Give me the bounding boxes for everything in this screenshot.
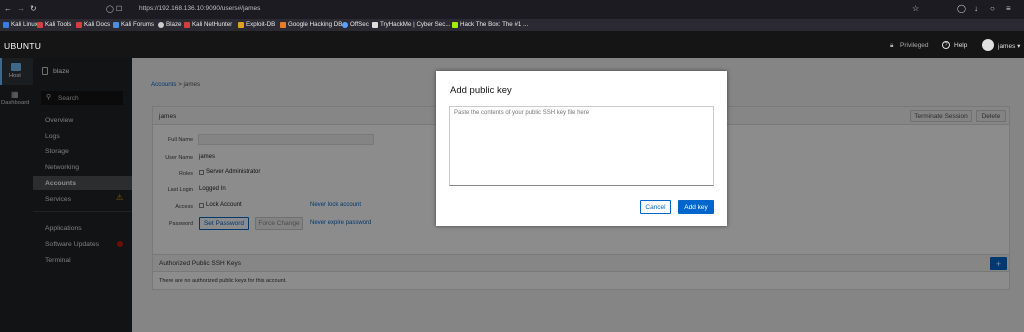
forward-icon[interactable]: →	[17, 4, 25, 13]
help-menu[interactable]: Help	[954, 42, 967, 49]
bookmark-offsec[interactable]: OffSec	[342, 21, 369, 28]
exploit-db-icon	[238, 21, 244, 28]
kali-docs-icon	[76, 21, 82, 28]
help-icon: ?	[942, 41, 950, 49]
add-public-key-dialog: Add public key Paste the contents of you…	[436, 71, 727, 226]
cancel-button[interactable]: Cancel	[640, 200, 671, 214]
kali-forums-icon	[113, 21, 119, 28]
add-key-button[interactable]: Add key	[678, 200, 714, 214]
tryhackme-icon	[372, 21, 378, 28]
bookmark-kali-forums[interactable]: Kali Forums	[113, 21, 154, 28]
avatar[interactable]	[982, 39, 994, 51]
back-icon[interactable]: ←	[4, 4, 12, 13]
bookmark-hackthebox[interactable]: Hack The Box: The #1 ...	[452, 21, 528, 28]
shield-icon[interactable]: ◯	[106, 5, 114, 13]
hostname: UBUNTU	[4, 41, 42, 51]
dialog-title: Add public key	[450, 85, 512, 96]
globe-icon	[158, 21, 164, 28]
pocket-icon[interactable]: ◯	[957, 4, 966, 13]
cockpit-header: UBUNTU 🔒︎ Privileged ? Help james ▾	[0, 31, 1024, 58]
public-key-textarea[interactable]: Paste the contents of your public SSH ke…	[449, 106, 714, 186]
url-bar[interactable]: https://192.168.136.10:9090/users#/james	[139, 5, 260, 12]
browser-toolbar: ← → ↻ ◯ ☐ https://192.168.136.10:9090/us…	[0, 0, 1024, 19]
bookmark-kali-tools[interactable]: Kali Tools	[37, 21, 71, 28]
privileged-indicator[interactable]: Privileged	[900, 42, 929, 49]
ghdb-icon	[280, 21, 286, 28]
hackthebox-icon	[452, 21, 458, 28]
bookmark-exploit-db[interactable]: Exploit-DB	[238, 21, 275, 28]
lock-icon: 🔒︎	[890, 42, 894, 49]
bookmark-kali-docs[interactable]: Kali Docs	[76, 21, 110, 28]
bookmark-tryhackme[interactable]: TryHackMe | Cyber Sec...	[372, 21, 451, 28]
nethunter-icon	[184, 21, 190, 28]
bookmark-kali-nethunter[interactable]: Kali NetHunter	[184, 21, 232, 28]
offsec-icon	[342, 21, 348, 28]
account-icon[interactable]: ○	[990, 4, 995, 13]
bookmark-google-hacking-db[interactable]: Google Hacking DB	[280, 21, 342, 28]
lock-warning-icon[interactable]: ☐	[116, 5, 122, 13]
menu-icon[interactable]: ≡	[1006, 4, 1011, 13]
bookmark-blaze[interactable]: Blaze	[158, 21, 181, 28]
bookmark-star-icon[interactable]: ☆	[912, 4, 919, 13]
kali-icon	[3, 21, 9, 28]
downloads-icon[interactable]: ↓	[974, 4, 978, 13]
bookmark-kali-linux[interactable]: Kali Linux	[3, 21, 38, 28]
textarea-placeholder: Paste the contents of your public SSH ke…	[454, 110, 590, 116]
kali-tools-icon	[37, 21, 43, 28]
user-menu[interactable]: james ▾	[998, 42, 1020, 50]
reload-icon[interactable]: ↻	[30, 4, 37, 13]
